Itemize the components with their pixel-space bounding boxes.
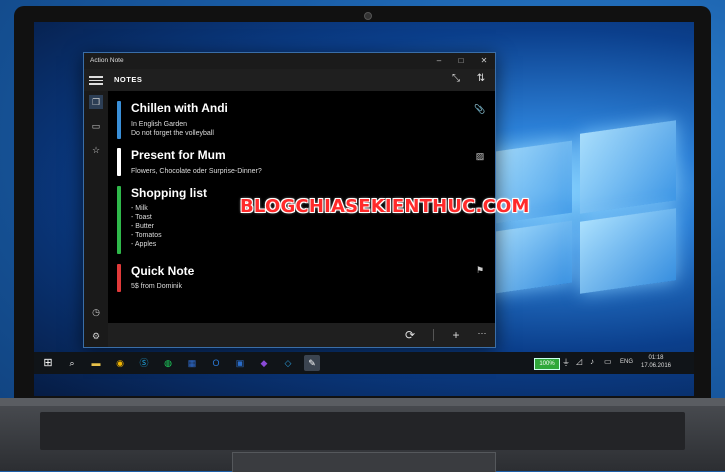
battery-indicator[interactable]: 100%	[534, 358, 560, 370]
photoshop-icon[interactable]: ▣	[232, 355, 248, 371]
notification-icon[interactable]: ▭	[604, 357, 612, 366]
spotify-icon[interactable]: ◍	[160, 355, 176, 371]
language-indicator[interactable]: ENG	[620, 359, 633, 365]
outlook-icon[interactable]: O	[208, 355, 224, 371]
clock-date: 17.06.2016	[640, 363, 672, 369]
file-explorer-icon[interactable]: ▬	[88, 355, 104, 371]
keyboard	[40, 412, 685, 450]
store-icon[interactable]: ▦	[184, 355, 200, 371]
search-icon[interactable]: ⌕	[64, 355, 80, 371]
action-note-taskbar-icon[interactable]: ✎	[304, 355, 320, 371]
vs-code-icon[interactable]: ◇	[280, 355, 296, 371]
chrome-icon[interactable]: ◉	[112, 355, 128, 371]
taskbar: ⊞ ⌕ ▬ ◉ Ⓢ ◍ ▦ O ▣ ◆ ◇ ✎ 100% ⏚ ◿ ♪ ▭ ENG…	[34, 352, 694, 374]
windows-start-icon[interactable]: ⊞	[40, 355, 56, 371]
clock[interactable]: 01:18 17.06.2016	[638, 354, 674, 370]
power-icon[interactable]: ⏚	[562, 357, 570, 368]
network-icon[interactable]: ◿	[576, 357, 582, 366]
clock-time: 01:18	[648, 355, 664, 361]
visual-studio-icon[interactable]: ◆	[256, 355, 272, 371]
laptop-hinge	[0, 398, 725, 406]
volume-icon[interactable]: ♪	[590, 357, 594, 366]
skype-icon[interactable]: Ⓢ	[136, 355, 152, 371]
touchpad	[232, 452, 496, 472]
